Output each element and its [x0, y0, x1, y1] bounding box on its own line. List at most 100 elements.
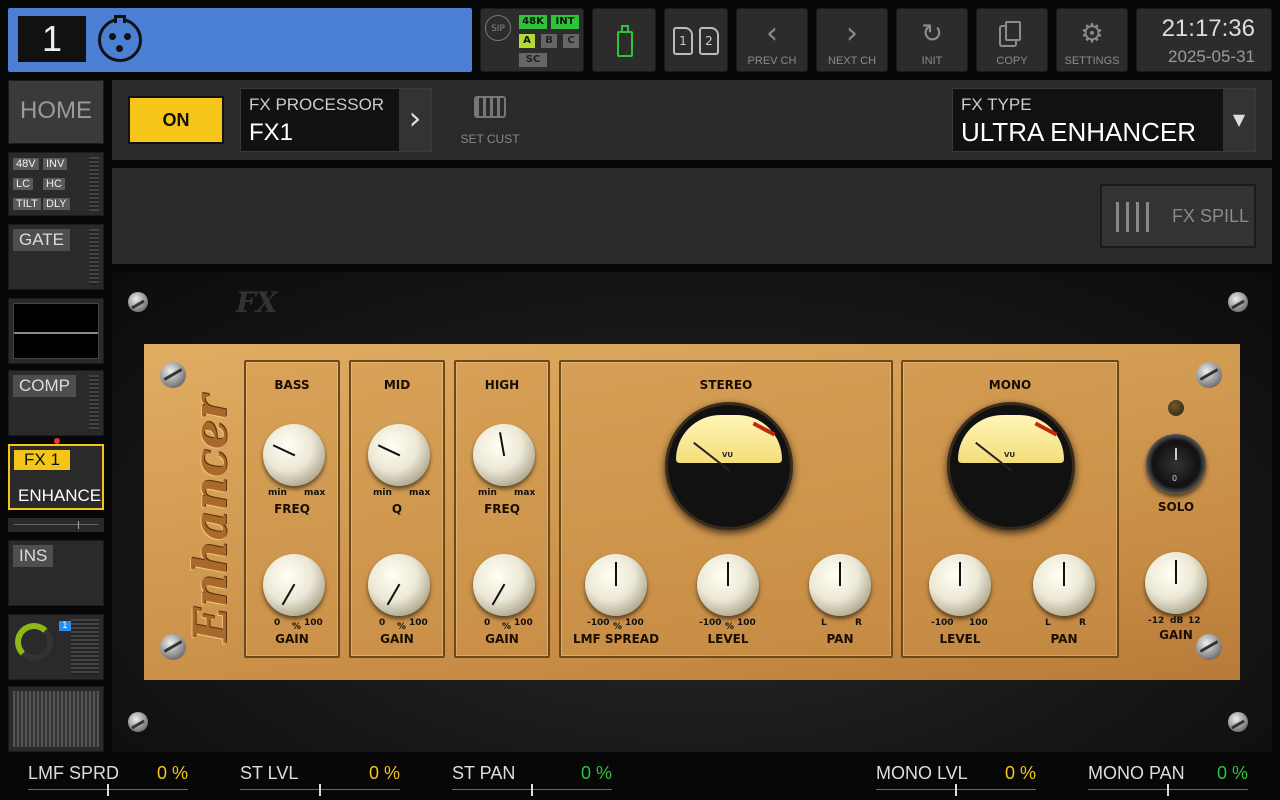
high-gain-zero: 0	[484, 618, 491, 628]
mid-q-min: min	[373, 488, 392, 498]
param-stereo-level-value: 0 %	[368, 763, 400, 783]
chevron-right-icon: ›	[846, 16, 858, 51]
init-button[interactable]: ↻ INIT	[896, 8, 968, 72]
param-stereo-level[interactable]: ST LVL 0 %	[240, 760, 412, 800]
param-mono-level-name: MONO LVL	[876, 763, 968, 783]
fx-module-active[interactable]: FX 1 ENHANCE	[8, 438, 104, 510]
fx-processor-selector[interactable]: FX PROCESSOR FX1 ›	[240, 88, 432, 152]
ins-module[interactable]: INS	[8, 540, 104, 606]
bus-number: 1	[59, 621, 71, 631]
sample-rate-badge: 48K	[519, 15, 547, 29]
param-lmf-spread[interactable]: LMF SPRD 0 %	[28, 760, 200, 800]
gate-meter	[89, 229, 99, 285]
eq-graph-module[interactable]	[8, 298, 104, 364]
lmf-spread-pct: %	[613, 622, 623, 632]
mono-level-min: -100	[931, 618, 954, 628]
output-gain-knob[interactable]	[1145, 552, 1207, 614]
bass-freq-max: max	[304, 488, 326, 498]
mid-q-max: max	[409, 488, 431, 498]
send-slider[interactable]	[8, 518, 104, 532]
comp-module[interactable]: COMP	[8, 370, 104, 436]
bank-2-icon: 2	[699, 27, 719, 55]
chevron-down-icon[interactable]: ▼	[1223, 89, 1255, 151]
param-stereo-pan[interactable]: ST PAN 0 %	[452, 760, 624, 800]
output-gain-label: GAIN	[1159, 628, 1193, 642]
mixer-sliders-icon	[1116, 202, 1152, 232]
param-lmf-spread-value: 0 %	[156, 763, 188, 783]
gate-label: GATE	[13, 229, 71, 251]
mono-title: MONO	[988, 378, 1032, 392]
high-freq-knob[interactable]	[473, 424, 535, 486]
mono-vu-meter: VU	[947, 402, 1075, 530]
channel-header[interactable]: 1	[8, 8, 472, 72]
bass-freq-min: min	[268, 488, 287, 498]
set-custom-button[interactable]: SET CUST	[456, 92, 524, 148]
mono-pan-knob[interactable]	[1033, 554, 1095, 616]
param-mono-pan[interactable]: MONO PAN 0 %	[1088, 760, 1260, 800]
fader-module[interactable]	[8, 686, 104, 752]
date-text: 2025-05-31	[1168, 47, 1255, 66]
mid-gain-max: 100	[409, 618, 428, 628]
bass-gain-zero: 0	[274, 618, 281, 628]
param-stereo-pan-name: ST PAN	[452, 763, 516, 783]
high-gain-pct: %	[502, 622, 512, 632]
prev-channel-button[interactable]: ‹ PREV CH	[736, 8, 808, 72]
fx-type-label: FX TYPE	[961, 95, 1032, 114]
stereo-level-knob[interactable]	[697, 554, 759, 616]
lmf-spread-min: -100	[587, 618, 610, 628]
copy-button[interactable]: COPY	[976, 8, 1048, 72]
mono-pan-label: PAN	[1050, 632, 1078, 646]
tag-tilt: TILT	[13, 198, 41, 210]
bus-module[interactable]: 1	[8, 614, 104, 680]
lmf-spread-label: LMF SPREAD	[572, 632, 660, 646]
mono-pan-l: L	[1045, 618, 1051, 628]
fx-processor-value: FX1	[249, 119, 294, 146]
bank-button[interactable]: 1 2	[664, 8, 728, 72]
mono-level-max: 100	[969, 618, 988, 628]
fx-type-selector[interactable]: FX TYPE ULTRA ENHANCER ▼	[952, 88, 1256, 152]
sip-badge: SIP	[485, 15, 511, 41]
settings-button[interactable]: ⚙ SETTINGS	[1056, 8, 1128, 72]
output-gain-db: dB	[1170, 616, 1184, 626]
mono-level-label: LEVEL	[939, 632, 981, 646]
bass-freq-knob[interactable]	[263, 424, 325, 486]
mid-q-label: Q	[391, 502, 403, 516]
mono-level-knob[interactable]	[929, 554, 991, 616]
bank-1-icon: 1	[673, 27, 693, 55]
bass-gain-knob[interactable]	[263, 554, 325, 616]
fx-spill-label: FX SPILL	[1172, 206, 1250, 226]
mid-q-knob[interactable]	[368, 424, 430, 486]
fx-type-value: ULTRA ENHANCER	[961, 117, 1197, 147]
rack-screw-tl	[128, 292, 148, 312]
tag-48v: 48V	[13, 158, 39, 170]
on-button[interactable]: ON	[128, 96, 224, 144]
fx-name: ENHANCE	[18, 486, 102, 505]
mid-gain-knob[interactable]	[368, 554, 430, 616]
rack-screw-br	[1228, 712, 1248, 732]
solo-switch[interactable]: 0	[1146, 434, 1206, 494]
high-title: HIGH	[484, 378, 520, 392]
stereo-pan-knob[interactable]	[809, 554, 871, 616]
home-button[interactable]: HOME	[8, 80, 104, 144]
clock-display: 21:17:36 2025-05-31	[1136, 8, 1272, 72]
high-gain-knob[interactable]	[473, 554, 535, 616]
chevron-right-icon[interactable]: ›	[399, 89, 431, 151]
param-stereo-level-name: ST LVL	[240, 763, 299, 783]
scene-c-badge: C	[563, 34, 579, 48]
stereo-pan-r: R	[855, 618, 862, 628]
init-label: INIT	[921, 55, 943, 67]
bass-gain-pct: %	[292, 622, 302, 632]
copy-icon	[1005, 21, 1021, 41]
fx-spill-button[interactable]: FX SPILL	[1100, 184, 1256, 248]
next-channel-button[interactable]: › NEXT CH	[816, 8, 888, 72]
mid-gain-zero: 0	[379, 618, 386, 628]
chevron-left-icon: ‹	[766, 16, 778, 51]
usb-button[interactable]	[592, 8, 656, 72]
eq-module[interactable]: 48V INV LC HC TILT DLY	[8, 152, 104, 216]
param-mono-level[interactable]: MONO LVL 0 %	[876, 760, 1048, 800]
gate-module[interactable]: GATE	[8, 224, 104, 290]
rack-screw-tr	[1228, 292, 1248, 312]
lmf-spread-knob[interactable]	[585, 554, 647, 616]
lmf-spread-max: 100	[625, 618, 644, 628]
bus-meter	[71, 619, 99, 675]
